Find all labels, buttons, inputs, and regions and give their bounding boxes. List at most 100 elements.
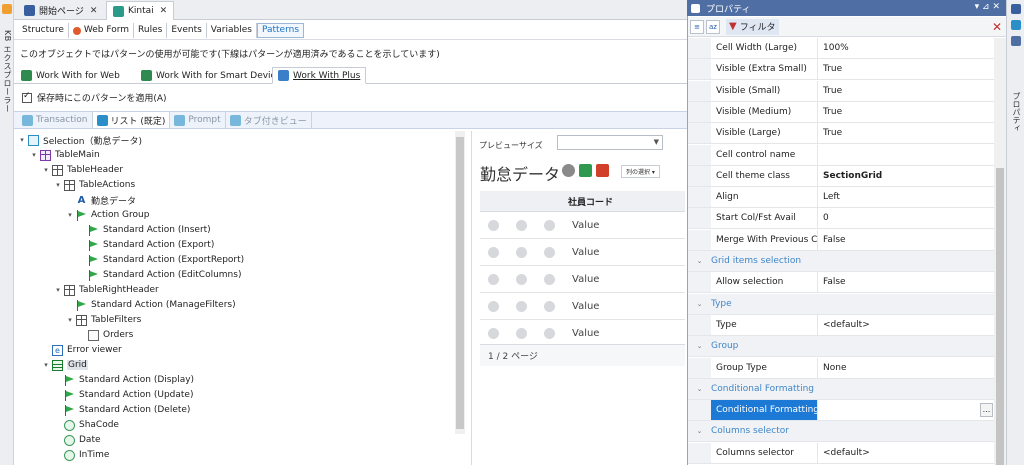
tab-rules[interactable]: Rules — [134, 23, 168, 38]
text-tool-icon[interactable] — [1011, 20, 1021, 30]
property-row[interactable]: Allow selection False — [688, 272, 994, 294]
tree-node[interactable]: Standard Action (ManageFilters) — [66, 298, 236, 312]
tree-node[interactable]: e Error viewer — [42, 343, 122, 357]
expand-toggle-icon[interactable]: ▾ — [30, 151, 38, 159]
tab-patterns[interactable]: Patterns — [256, 23, 305, 38]
property-value[interactable]: Left — [818, 187, 994, 207]
delete-icon[interactable] — [544, 300, 555, 312]
pdf-export-icon[interactable] — [596, 164, 609, 177]
tab-structure[interactable]: Structure — [18, 23, 69, 38]
update-icon[interactable] — [516, 327, 527, 339]
tree-node[interactable]: Standard Action (Display) — [54, 373, 194, 387]
clear-filter-icon[interactable]: ✕ — [992, 20, 1002, 34]
tab-transaction[interactable]: Transaction — [18, 112, 93, 128]
tree-scrollbar[interactable] — [455, 131, 465, 434]
tab-work-with-smart-devices[interactable]: Work With for Smart Devices — [136, 67, 291, 84]
tree-node[interactable]: ShaCode — [54, 418, 119, 432]
collapse-icon[interactable]: ⌄ — [688, 257, 711, 265]
expand-toggle-icon[interactable]: ▾ — [42, 361, 50, 369]
grid-row[interactable]: Value — [480, 212, 685, 239]
excel-export-icon[interactable] — [579, 164, 592, 177]
display-icon[interactable] — [488, 327, 499, 339]
alphabetical-sort-icon[interactable]: az — [706, 19, 720, 34]
property-value[interactable] — [818, 145, 994, 165]
tree-node[interactable]: Standard Action (EditColumns) — [78, 268, 241, 282]
expand-toggle-icon[interactable]: ▾ — [54, 286, 62, 294]
tree-node[interactable]: ▾ TableActions — [54, 178, 135, 192]
grid-row[interactable]: Value — [480, 293, 685, 320]
tab-events[interactable]: Events — [167, 23, 207, 38]
display-icon[interactable] — [488, 246, 499, 258]
expand-toggle-icon[interactable]: ▾ — [66, 316, 74, 324]
property-row[interactable]: Cell theme class SectionGrid — [688, 165, 994, 187]
property-value[interactable]: <default> — [818, 315, 994, 335]
property-row[interactable]: Merge With Previous Ce False — [688, 229, 994, 251]
tab-work-with-plus[interactable]: Work With Plus — [272, 67, 367, 84]
property-value[interactable]: 0 — [818, 208, 994, 228]
close-icon[interactable]: ✕ — [160, 6, 168, 16]
property-row[interactable]: Cell Width (Large) 100% — [688, 38, 994, 59]
tab-web-form[interactable]: Web Form — [69, 23, 135, 38]
collapse-icon[interactable]: ⌄ — [688, 342, 711, 350]
delete-icon[interactable] — [544, 273, 555, 285]
update-icon[interactable] — [516, 219, 527, 231]
display-icon[interactable] — [488, 273, 499, 285]
delete-icon[interactable] — [544, 219, 555, 231]
scrollbar-thumb[interactable] — [996, 168, 1004, 465]
property-category[interactable]: ⌄ Type — [688, 293, 994, 315]
properties-scrollbar[interactable] — [994, 38, 1006, 465]
property-value[interactable] — [818, 400, 994, 420]
collapse-icon[interactable]: ⌄ — [688, 385, 711, 393]
tree-node[interactable]: ▾ TableHeader — [42, 163, 123, 177]
expand-toggle-icon[interactable]: ▾ — [42, 166, 50, 174]
tab-work-with-web[interactable]: Work With for Web — [16, 67, 125, 84]
property-row[interactable]: Conditional Formatting... — [688, 400, 994, 422]
tree-node[interactable]: Standard Action (Insert) — [78, 223, 211, 237]
tree-node[interactable]: Orders — [78, 328, 133, 342]
tree-node[interactable]: A 勤怠データ — [66, 193, 136, 207]
property-category[interactable]: ⌄ Group — [688, 336, 994, 358]
collapse-icon[interactable]: ⌄ — [688, 427, 711, 435]
apply-on-save-checkbox[interactable] — [22, 91, 32, 103]
property-value[interactable]: SectionGrid — [818, 166, 994, 186]
tree-node[interactable]: Standard Action (ExportReport) — [78, 253, 244, 267]
tab-variables[interactable]: Variables — [207, 23, 257, 38]
tab-tabbed-view[interactable]: タブ付きビュー — [226, 112, 312, 128]
property-row[interactable]: Align Left — [688, 187, 994, 209]
property-category[interactable]: ⌄ Grid items selection — [688, 251, 994, 272]
display-icon[interactable] — [488, 300, 499, 312]
property-value[interactable]: True — [818, 123, 994, 143]
tree-node[interactable]: ▾ Selection（勤怠データ) — [18, 133, 142, 147]
property-category[interactable]: ⌄ Conditional Formatting — [688, 378, 994, 400]
property-row[interactable]: Start Col/Fst Avail 0 — [688, 208, 994, 230]
expand-toggle-icon[interactable]: ▾ — [66, 211, 74, 219]
tree-node[interactable]: ▾ Grid — [42, 358, 88, 372]
property-row[interactable]: Visible (Small) True — [688, 80, 994, 102]
tree-node[interactable]: ▾ TableFilters — [66, 313, 141, 327]
preview-size-select[interactable]: ▼ — [557, 135, 663, 150]
tab-prompt[interactable]: Prompt — [170, 112, 226, 128]
update-icon[interactable] — [516, 246, 527, 258]
tab-kintai[interactable]: Kintai ✕ — [106, 1, 175, 20]
column-select-button[interactable]: 列の選択 ▾ — [621, 165, 660, 178]
tree-node[interactable]: Date — [54, 433, 101, 447]
pattern-tree[interactable]: ▾ Selection（勤怠データ) ▾ TableMain ▾ TableHeader ▾… — [14, 131, 467, 465]
tab-start-page[interactable]: 開始ページ ✕ — [18, 1, 103, 20]
tree-node[interactable]: ▾ TableMain — [30, 148, 100, 162]
tree-node[interactable]: Standard Action (Update) — [54, 388, 193, 402]
apply-on-save-row[interactable]: 保存時にこのパターンを適用(A) — [22, 91, 167, 104]
property-row[interactable]: Group Type None — [688, 357, 994, 379]
property-value[interactable]: <default> — [818, 443, 994, 463]
preview-pager[interactable]: 1 / 2 ページ — [480, 344, 685, 366]
tree-node[interactable]: ▾ Action Group — [66, 208, 149, 222]
toolbox-icon[interactable] — [1011, 4, 1021, 14]
property-row[interactable]: Columns selector <default> — [688, 442, 994, 464]
property-value[interactable]: 100% — [818, 38, 994, 58]
update-icon[interactable] — [516, 300, 527, 312]
expand-toggle-icon[interactable]: ▾ — [18, 136, 26, 144]
property-value[interactable]: False — [818, 230, 994, 250]
tree-node[interactable]: InTime — [54, 448, 109, 462]
filter-box[interactable]: ▼ フィルタ — [726, 18, 779, 35]
panel-controls[interactable]: ▾ ⊿ ✕ — [975, 2, 1000, 12]
expand-toggle-icon[interactable]: ▾ — [54, 181, 62, 189]
